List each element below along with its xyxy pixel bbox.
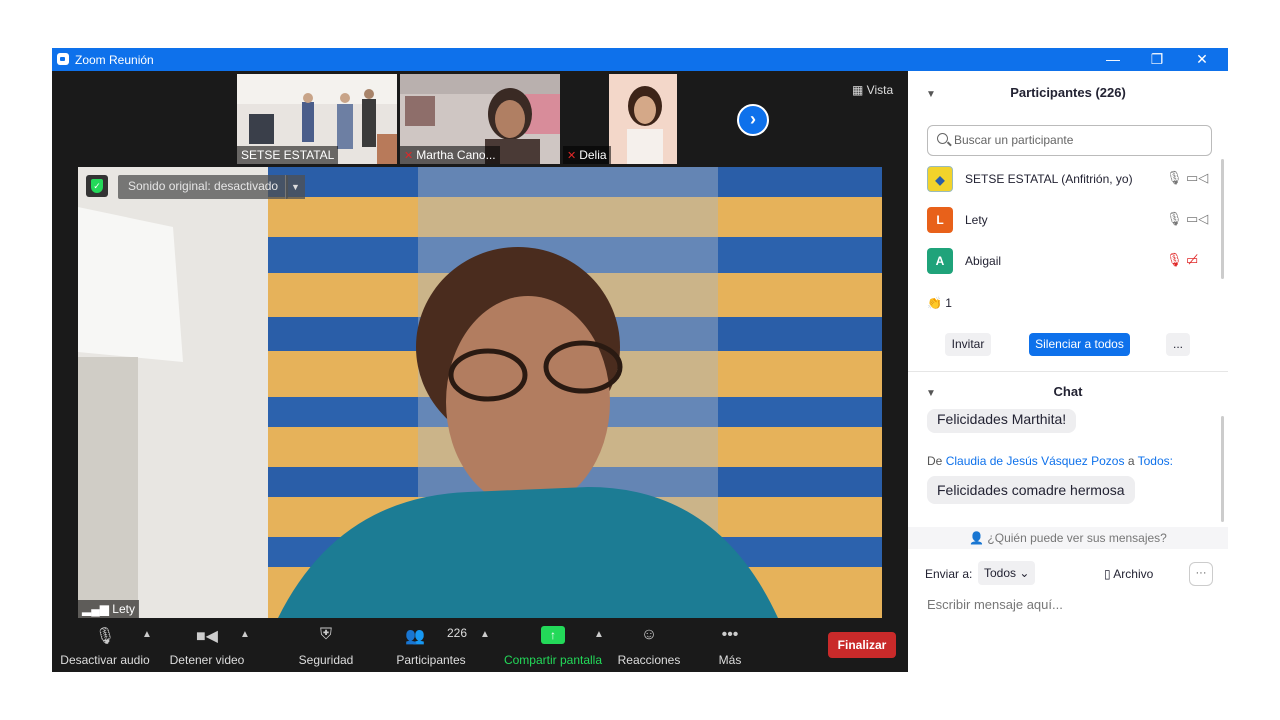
- mic-muted-icon: ✕: [404, 150, 414, 162]
- shield-icon: ⛨: [319, 626, 333, 643]
- chat-scrollbar[interactable]: [1221, 416, 1224, 522]
- video-options-chevron-icon[interactable]: ▲: [240, 629, 250, 640]
- stop-video-button[interactable]: ■◀ Detener video: [166, 618, 248, 672]
- participant-row[interactable]: A Abigail 🎙 ▭̸: [908, 242, 1218, 280]
- restore-button[interactable]: ❐: [1134, 48, 1180, 71]
- participants-options-chevron-icon[interactable]: ▲: [480, 629, 490, 640]
- original-sound-toggle[interactable]: Sonido original: desactivado: [118, 175, 289, 199]
- grid-icon: ▦: [852, 83, 867, 97]
- chevron-down-icon: ⌄: [1016, 566, 1030, 580]
- microphone-icon[interactable]: 🎙: [1166, 211, 1183, 227]
- security-shield-icon[interactable]: ✓: [86, 175, 108, 197]
- next-page-button[interactable]: ›: [737, 104, 769, 136]
- mute-all-button[interactable]: Silenciar a todos: [1029, 333, 1130, 356]
- signal-strength-icon: ▂▄▆: [82, 602, 113, 616]
- recipient-select[interactable]: Todos ⌄: [978, 561, 1036, 585]
- minimize-button[interactable]: —: [1090, 48, 1136, 71]
- video-camera-icon: ■◀: [196, 628, 218, 645]
- smiley-plus-icon: ☺: [640, 626, 658, 643]
- search-icon: [937, 133, 948, 144]
- ellipsis-icon: •••: [721, 626, 739, 643]
- participants-count: 226: [447, 626, 468, 640]
- mic-muted-icon: ✕: [567, 150, 577, 162]
- sound-dropdown-chevron-icon[interactable]: ▼: [285, 175, 305, 199]
- chat-message-bubble: Felicidades Marthita!: [927, 409, 1077, 433]
- thumbnail-name: ✕ Martha Cano...: [400, 146, 500, 164]
- window-title: Zoom Reunión: [75, 53, 154, 67]
- security-button[interactable]: ⛨ Seguridad: [292, 618, 360, 672]
- video-camera-icon[interactable]: ▭◁: [1186, 170, 1208, 186]
- chat-more-button[interactable]: ···: [1189, 562, 1213, 586]
- reactions-button[interactable]: ☺ Reacciones: [616, 618, 682, 672]
- view-button[interactable]: ▦ Vista: [852, 83, 893, 97]
- speaker-name-label: ▂▄▆ Lety: [78, 600, 139, 618]
- video-off-icon[interactable]: ▭̸: [1186, 252, 1198, 268]
- chat-recipient-link[interactable]: Todos:: [1138, 454, 1173, 468]
- panel-divider: [908, 371, 1228, 372]
- close-button[interactable]: ✕: [1179, 48, 1225, 71]
- share-screen-icon: ↑: [541, 626, 565, 644]
- meeting-toolbar: 🎙 Desactivar audio ▲ ■◀ Detener video ▲ …: [52, 618, 908, 672]
- invite-button[interactable]: Invitar: [945, 333, 991, 356]
- microphone-icon[interactable]: 🎙: [1166, 170, 1183, 186]
- avatar: L: [927, 207, 953, 233]
- active-speaker-video[interactable]: ✓ Sonido original: desactivado ▼ ▂▄▆ Let…: [78, 167, 882, 618]
- participants-button[interactable]: 👥 226 Participantes: [392, 618, 470, 672]
- video-camera-icon[interactable]: ▭◁: [1186, 211, 1208, 227]
- thumbnail-delia[interactable]: ✕ Delia: [563, 74, 677, 164]
- end-meeting-button[interactable]: Finalizar: [828, 632, 896, 658]
- thumbnail-name: SETSE ESTATAL: [237, 146, 339, 164]
- person-lock-icon: 👤: [969, 531, 988, 545]
- participants-scrollbar[interactable]: [1221, 159, 1224, 279]
- microphone-icon: 🎙: [94, 628, 116, 645]
- thumbnail-name: ✕ Delia: [563, 146, 611, 164]
- chat-message-input[interactable]: Escribir mensaje aquí...: [927, 597, 1063, 612]
- title-bar: Zoom Reunión — ❐ ✕: [52, 48, 1228, 71]
- participant-search-input[interactable]: Buscar un participante: [927, 125, 1212, 156]
- participants-icon: 👥: [405, 628, 426, 645]
- thumbnail-martha-cano[interactable]: ✕ Martha Cano...: [400, 74, 560, 164]
- video-area: SETSE ESTATAL ✕ Martha Cano... ✕ Delia ›…: [52, 71, 908, 618]
- participant-row[interactable]: ◆ SETSE ESTATAL (Anfitrión, yo) 🎙 ▭◁: [908, 160, 1218, 198]
- participants-title: Participantes (226): [1010, 85, 1126, 100]
- file-button[interactable]: ▯ Archivo: [1104, 567, 1153, 581]
- chat-message-bubble: Felicidades comadre hermosa: [927, 476, 1135, 504]
- participant-row[interactable]: L Lety 🎙 ▭◁: [908, 201, 1218, 239]
- send-to-label: Enviar a:: [925, 567, 973, 581]
- clapping-hands-icon: 👏: [927, 296, 946, 310]
- chat-title: Chat: [1053, 384, 1083, 399]
- chat-message-header: De Claudia de Jesús Vásquez Pozos a Todo…: [927, 454, 1173, 468]
- side-panel: ▼ Participantes (226) Buscar un particip…: [908, 71, 1228, 672]
- avatar: ◆: [927, 166, 953, 192]
- more-button[interactable]: ••• Más: [708, 618, 752, 672]
- share-options-chevron-icon[interactable]: ▲: [594, 629, 604, 640]
- speaker-video-image: [78, 167, 882, 618]
- raised-hand-reaction: 👏 1: [927, 296, 952, 310]
- participants-more-button[interactable]: ...: [1166, 333, 1190, 356]
- mute-audio-button[interactable]: 🎙 Desactivar audio: [58, 618, 152, 672]
- zoom-app-icon: [57, 53, 69, 65]
- zoom-window: Zoom Reunión — ❐ ✕ SETSE ESTATAL ✕ Marth…: [52, 48, 1228, 672]
- avatar: A: [927, 248, 953, 274]
- message-privacy-link[interactable]: 👤 ¿Quién puede ver sus mensajes?: [908, 527, 1228, 549]
- microphone-muted-icon[interactable]: 🎙: [1166, 252, 1183, 268]
- thumbnail-setse-estatal[interactable]: SETSE ESTATAL: [237, 74, 397, 164]
- chat-sender-link[interactable]: Claudia de Jesús Vásquez Pozos: [946, 454, 1125, 468]
- audio-options-chevron-icon[interactable]: ▲: [142, 629, 152, 640]
- file-icon: ▯: [1104, 567, 1114, 581]
- share-screen-button[interactable]: ↑ Compartir pantalla: [500, 618, 606, 672]
